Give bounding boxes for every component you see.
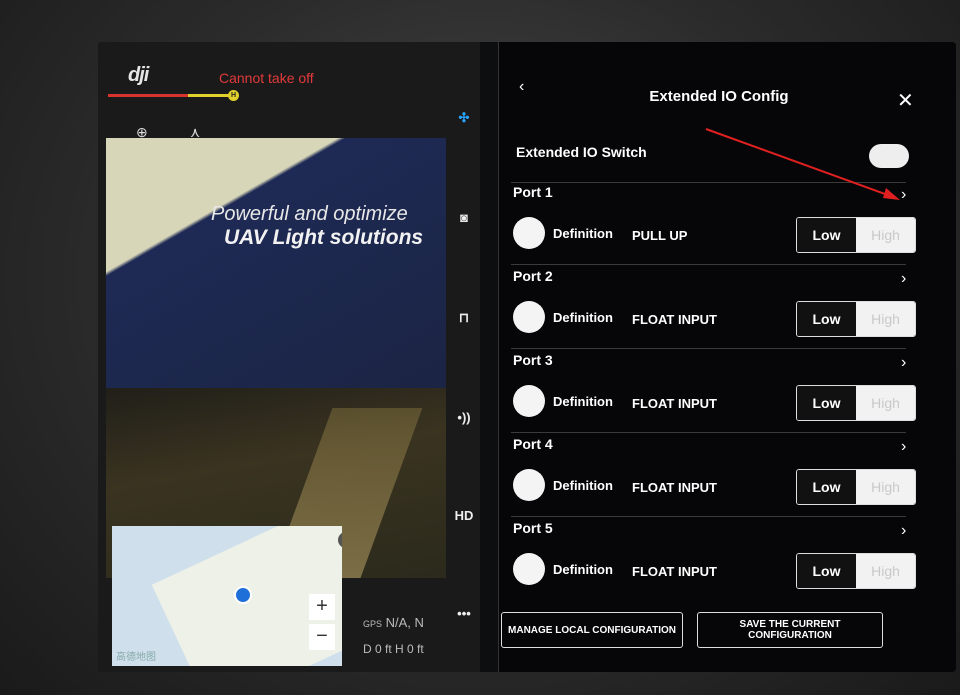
gps-readout: GPS N/A, N <box>363 615 424 630</box>
port-row[interactable]: Port 3 › Definition FLOAT INPUT Low High <box>499 352 956 437</box>
low-option[interactable]: Low <box>797 470 856 504</box>
high-option[interactable]: High <box>856 470 915 504</box>
port-radio[interactable] <box>513 385 545 417</box>
poster-line-2: UAV Light solutions <box>224 226 424 249</box>
port-radio[interactable] <box>513 469 545 501</box>
chevron-right-icon[interactable]: › <box>901 438 906 456</box>
aircraft-icon[interactable]: ✣ <box>450 106 478 130</box>
low-option[interactable]: Low <box>797 302 856 336</box>
mini-map[interactable]: ⊕ + − 高德地图 <box>112 526 342 666</box>
port-label: Port 1 <box>513 184 553 200</box>
port-row[interactable]: Port 1 › Definition PULL UP Low High <box>499 184 956 269</box>
close-icon[interactable]: ✕ <box>897 88 914 113</box>
definition-value[interactable]: FLOAT INPUT <box>632 480 717 495</box>
level-selector[interactable]: Low High <box>796 385 916 421</box>
chevron-right-icon[interactable]: › <box>901 270 906 288</box>
more-icon[interactable]: ••• <box>450 602 478 626</box>
level-selector[interactable]: Low High <box>796 469 916 505</box>
port-radio[interactable] <box>513 217 545 249</box>
side-toolbar: ✣ ◙ ⊓ •)) HD ••• <box>450 92 478 652</box>
camera-icon[interactable]: ◙ <box>450 206 478 230</box>
extended-io-switch-label: Extended IO Switch <box>516 144 647 160</box>
port-row[interactable]: Port 2 › Definition FLOAT INPUT Low High <box>499 268 956 353</box>
divider <box>511 348 906 349</box>
compass-icon[interactable]: ⋏ <box>190 124 200 141</box>
high-option[interactable]: High <box>856 302 915 336</box>
definition-value[interactable]: FLOAT INPUT <box>632 396 717 411</box>
zoom-in-button[interactable]: + <box>309 594 335 620</box>
height-value: H 0 ft <box>395 642 424 656</box>
target-icon[interactable]: ⊕ <box>136 124 148 141</box>
port-label: Port 5 <box>513 520 553 536</box>
port-radio[interactable] <box>513 301 545 333</box>
definition-label: Definition <box>553 562 613 577</box>
port-label: Port 2 <box>513 268 553 284</box>
definition-label: Definition <box>553 310 613 325</box>
high-option[interactable]: High <box>856 386 915 420</box>
port-row[interactable]: Port 5 › Definition FLOAT INPUT Low High <box>499 520 956 605</box>
chevron-right-icon[interactable]: › <box>901 186 906 204</box>
port-row[interactable]: Port 4 › Definition FLOAT INPUT Low High <box>499 436 956 521</box>
poster-image: Powerful and optimize UAV Light solution… <box>106 138 446 388</box>
aircraft-location-icon <box>234 586 252 604</box>
divider <box>511 432 906 433</box>
chevron-right-icon[interactable]: › <box>901 354 906 372</box>
definition-value[interactable]: FLOAT INPUT <box>632 312 717 327</box>
gps-label: GPS <box>363 619 383 629</box>
camera-view: Powerful and optimize UAV Light solution… <box>98 42 480 672</box>
battery-level-warning <box>188 94 230 97</box>
extended-io-toggle[interactable] <box>869 144 909 168</box>
port-radio[interactable] <box>513 553 545 585</box>
distance-value: D 0 ft <box>363 642 392 656</box>
app-screen: Powerful and optimize UAV Light solution… <box>98 42 956 672</box>
high-option[interactable]: High <box>856 218 915 252</box>
low-option[interactable]: Low <box>797 554 856 588</box>
definition-label: Definition <box>553 478 613 493</box>
definition-value[interactable]: FLOAT INPUT <box>632 564 717 579</box>
manage-local-configuration-button[interactable]: MANAGE LOCAL CONFIGURATION <box>501 612 683 648</box>
divider <box>511 516 906 517</box>
signal-icon[interactable]: •)) <box>450 406 478 430</box>
flight-status[interactable]: Cannot take off <box>219 70 314 86</box>
extended-io-panel: ‹ Extended IO Config ✕ Extended IO Switc… <box>498 42 956 672</box>
battery-bar: H <box>108 90 239 101</box>
gps-value: N/A, N <box>385 615 424 630</box>
port-label: Port 4 <box>513 436 553 452</box>
divider <box>511 182 906 183</box>
panel-title: Extended IO Config <box>649 88 789 105</box>
level-selector[interactable]: Low High <box>796 301 916 337</box>
zoom-out-button[interactable]: − <box>309 624 335 650</box>
distance-height-readout: D 0 ft H 0 ft <box>363 642 424 656</box>
level-selector[interactable]: Low High <box>796 553 916 589</box>
low-option[interactable]: Low <box>797 218 856 252</box>
low-option[interactable]: Low <box>797 386 856 420</box>
definition-label: Definition <box>553 226 613 241</box>
dji-logo: dji <box>128 64 149 86</box>
definition-value[interactable]: PULL UP <box>632 228 687 243</box>
map-provider-label: 高德地图 <box>116 652 156 663</box>
camera-feed: Powerful and optimize UAV Light solution… <box>106 138 446 578</box>
high-option[interactable]: High <box>856 554 915 588</box>
divider <box>511 264 906 265</box>
hd-button[interactable]: HD <box>450 504 478 528</box>
definition-label: Definition <box>553 394 613 409</box>
chevron-right-icon[interactable]: › <box>901 522 906 540</box>
battery-marker: H <box>228 90 239 101</box>
port-label: Port 3 <box>513 352 553 368</box>
level-selector[interactable]: Low High <box>796 217 916 253</box>
remote-controller-icon[interactable]: ⊓ <box>450 306 478 330</box>
save-current-configuration-button[interactable]: SAVE THE CURRENT CONFIGURATION <box>697 612 883 648</box>
poster-line-1: Powerful and optimize <box>211 203 408 225</box>
